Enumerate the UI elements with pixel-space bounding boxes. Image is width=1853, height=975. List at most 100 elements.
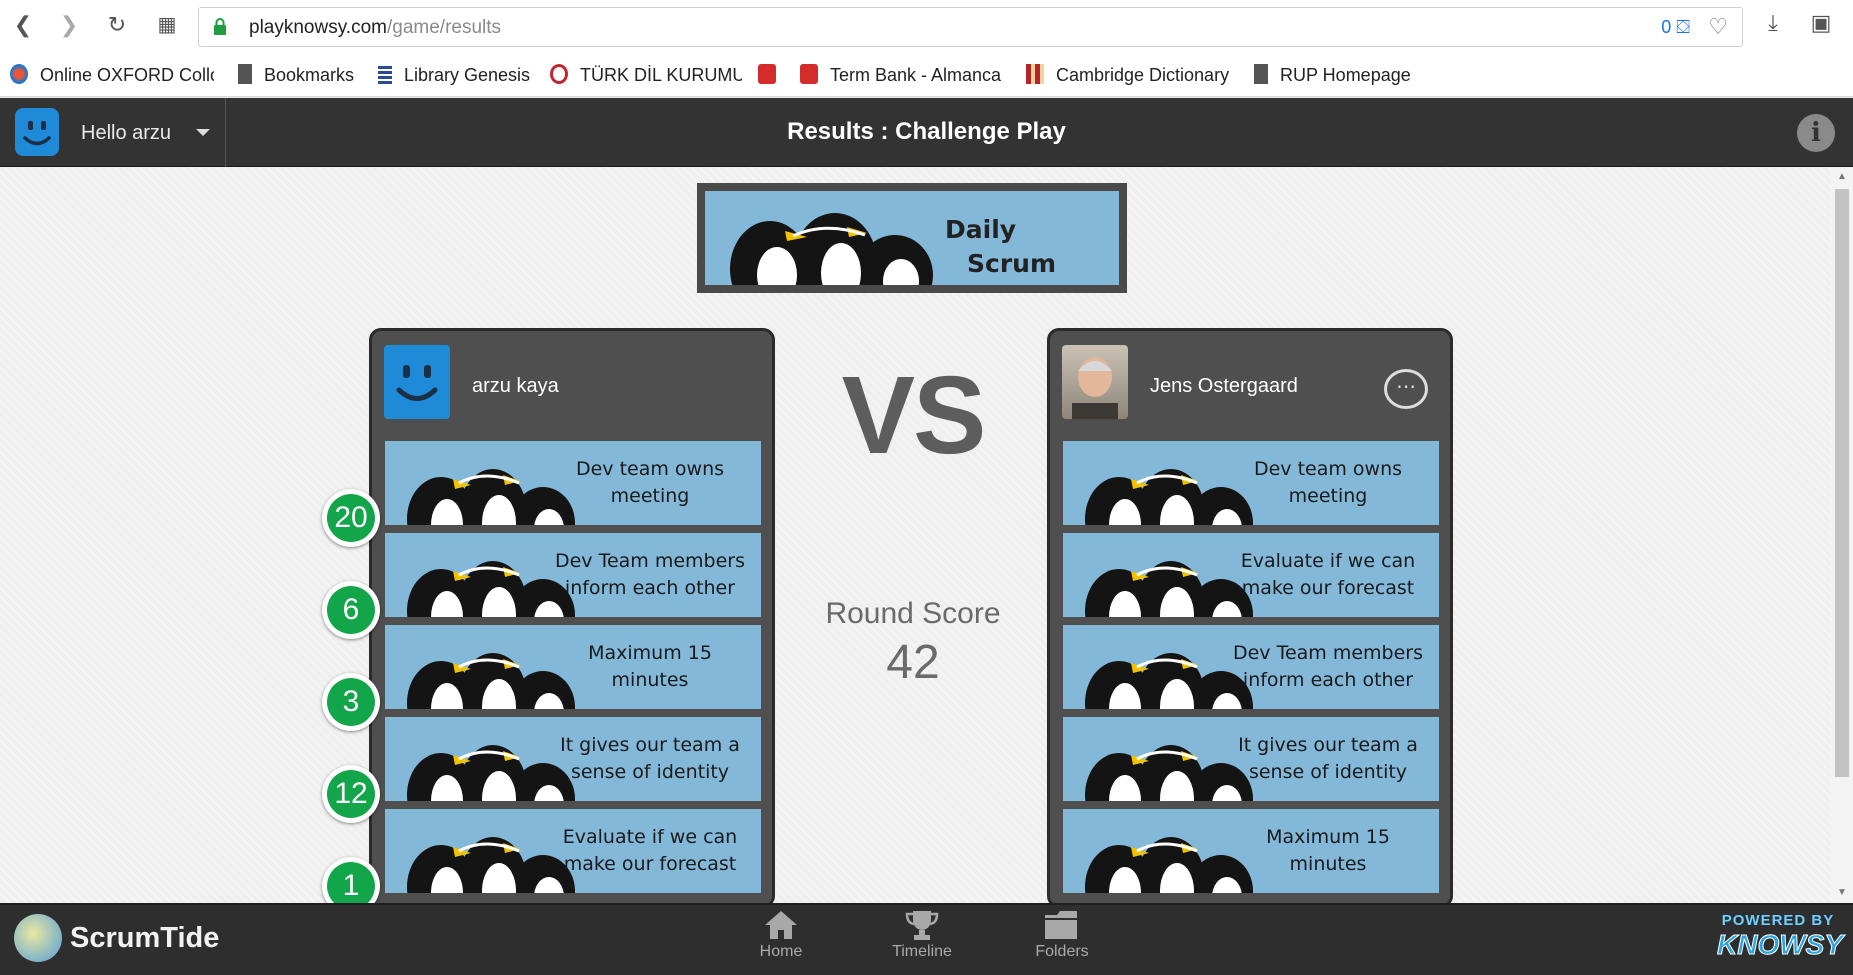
player-panel-right: Jens Ostergaard ⋯ Dev team owns meeting Ev…: [1047, 328, 1453, 908]
card-text: Evaluate if we can make our forecast: [1223, 533, 1433, 617]
tdk-icon: [550, 64, 568, 84]
back-icon[interactable]: ❮: [8, 10, 38, 40]
card-line-2: meeting: [1288, 485, 1368, 507]
reload-icon[interactable]: ↻: [102, 10, 132, 40]
card-line-2: make our forecast: [1241, 577, 1415, 599]
home-icon: [765, 911, 797, 939]
shield-icon[interactable]: 0 ⛋: [1661, 17, 1690, 38]
answer-card: Dev team owns meeting: [1063, 441, 1439, 525]
answer-card: Evaluate if we can make our forecast: [1063, 533, 1439, 617]
bookmark-library-genesis[interactable]: Library Genesis: [378, 64, 536, 88]
shield-count: 0: [1661, 17, 1672, 37]
scroll-up-icon[interactable]: ▲: [1831, 171, 1853, 182]
battery-icon[interactable]: ▣: [1806, 10, 1836, 40]
card-line-1: Dev team owns: [575, 458, 725, 480]
bookmark-cambridge[interactable]: Cambridge Dictionary: [1026, 64, 1232, 88]
player-header: arzu kaya: [372, 331, 772, 441]
banner-card: Daily Scrum: [705, 191, 1119, 285]
round-score-label: Round Score: [825, 597, 1001, 630]
answer-card: Dev Team members inform each other: [385, 533, 761, 617]
card-text: Dev team owns meeting: [545, 441, 755, 525]
nav-home[interactable]: Home: [731, 909, 831, 971]
card-text: It gives our team a sense of identity: [545, 717, 755, 801]
answer-card: It gives our team a sense of identity: [1063, 717, 1439, 801]
tabs-grid-icon[interactable]: ▦: [152, 10, 182, 40]
nav-home-label: Home: [759, 943, 803, 960]
score-value: 12: [327, 770, 375, 818]
forward-icon[interactable]: ❯: [54, 10, 84, 40]
oxford-icon: [10, 64, 28, 84]
bookmark-rup[interactable]: RUP Homepage: [1254, 64, 1434, 88]
card-text: Dev Team members inform each other: [1223, 625, 1433, 709]
topic-banner: Daily Scrum: [697, 183, 1127, 293]
bookmark-term-bank[interactable]: Term Bank - Almanca: [800, 64, 1004, 88]
card-line-2: sense of identity: [1248, 761, 1408, 783]
avatar: [1062, 345, 1128, 419]
player-name: arzu kaya: [472, 375, 559, 397]
card-line-1: It gives our team a: [1238, 734, 1418, 756]
nav-timeline[interactable]: Timeline: [872, 909, 972, 971]
bookmark-label: Cambridge Dictionary: [1056, 65, 1230, 85]
bookmark-bookmarks[interactable]: Bookmarks: [238, 64, 368, 88]
document-icon: [1254, 64, 1268, 84]
banner-title: Daily Scrum: [945, 213, 1056, 281]
powered-by-logo: POWERED BY KNOWSY: [1717, 913, 1844, 967]
bookmark-unnamed[interactable]: [758, 64, 784, 88]
nav-folders-label: Folders: [1035, 943, 1089, 960]
answer-card: Evaluate if we can make our forecast: [385, 809, 761, 893]
results-area: Daily Scrum arzu kaya Dev team owns meeti…: [0, 167, 1831, 915]
score-badge: 3: [322, 673, 380, 731]
banner-line-2: Scrum: [967, 249, 1057, 278]
card-line-2: meeting: [610, 485, 690, 507]
card-line-1: It gives our team a: [560, 734, 740, 756]
answer-card: It gives our team a sense of identity: [385, 717, 761, 801]
trophy-icon: [905, 911, 939, 940]
bookmark-oxford[interactable]: Online OXFORD Collo: [10, 64, 214, 88]
url-path: /game/results: [386, 17, 502, 38]
card-text: It gives our team a sense of identity: [1223, 717, 1433, 801]
scrollbar[interactable]: ▲ ▼: [1831, 167, 1853, 903]
bookmark-label: Bookmarks: [264, 65, 355, 85]
card-line-1: Maximum 15: [588, 642, 712, 664]
card-text: Maximum 15 minutes: [1223, 809, 1433, 893]
banner-line-1: Daily: [945, 215, 1017, 244]
penguins-illustration: [730, 213, 933, 285]
card-text: Maximum 15 minutes: [545, 625, 755, 709]
answer-card: Maximum 15 minutes: [1063, 809, 1439, 893]
info-icon[interactable]: i: [1797, 114, 1835, 152]
card-line-2: inform each other: [1242, 669, 1414, 691]
card-line-1: Dev Team members: [554, 550, 746, 572]
address-bar[interactable]: playknowsy.com/game/results 0 ⛋ ♡: [198, 7, 1743, 47]
document-icon: [238, 64, 252, 84]
scroll-down-icon[interactable]: ▼: [1831, 887, 1853, 898]
card-line-1: Maximum 15: [1266, 826, 1390, 848]
bookmark-label: Term Bank - Almanca: [830, 65, 1002, 85]
bookmark-label: RUP Homepage: [1280, 65, 1411, 85]
player-header: Jens Ostergaard ⋯: [1050, 331, 1450, 441]
cambridge-icon: [1026, 64, 1044, 84]
answer-card: Maximum 15 minutes: [385, 625, 761, 709]
smiley-icon: [396, 365, 438, 401]
avatar: [384, 345, 450, 419]
player-panel-left: arzu kaya Dev team owns meeting Dev Team m…: [369, 328, 775, 908]
versus-label: VS: [841, 354, 987, 477]
score-badge: 6: [322, 581, 380, 639]
score-badge: 20: [322, 489, 380, 547]
card-line-2: minutes: [1289, 853, 1367, 875]
card-text: Dev team owns meeting: [1223, 441, 1433, 525]
brand-name: ScrumTide: [70, 922, 220, 954]
download-icon[interactable]: ⤓: [1758, 10, 1788, 40]
chat-icon[interactable]: ⋯: [1384, 369, 1428, 409]
card-line-1: Dev team owns: [1253, 458, 1403, 480]
scroll-thumb[interactable]: [1835, 189, 1849, 777]
card-text: Dev Team members inform each other: [545, 533, 755, 617]
knowsy-logo-text: KNOWSY: [1717, 929, 1844, 961]
url-text: playknowsy.com/game/results: [249, 17, 501, 39]
heart-icon[interactable]: ♡: [1708, 14, 1728, 40]
score-value: 20: [327, 494, 375, 542]
bookmark-label: Online OXFORD Collo: [40, 65, 214, 85]
card-line-2: sense of identity: [570, 761, 730, 783]
lock-icon: [214, 18, 226, 35]
bookmark-tdk[interactable]: TÜRK DİL KURUMU: [550, 64, 742, 88]
nav-folders[interactable]: Folders: [1012, 909, 1112, 971]
